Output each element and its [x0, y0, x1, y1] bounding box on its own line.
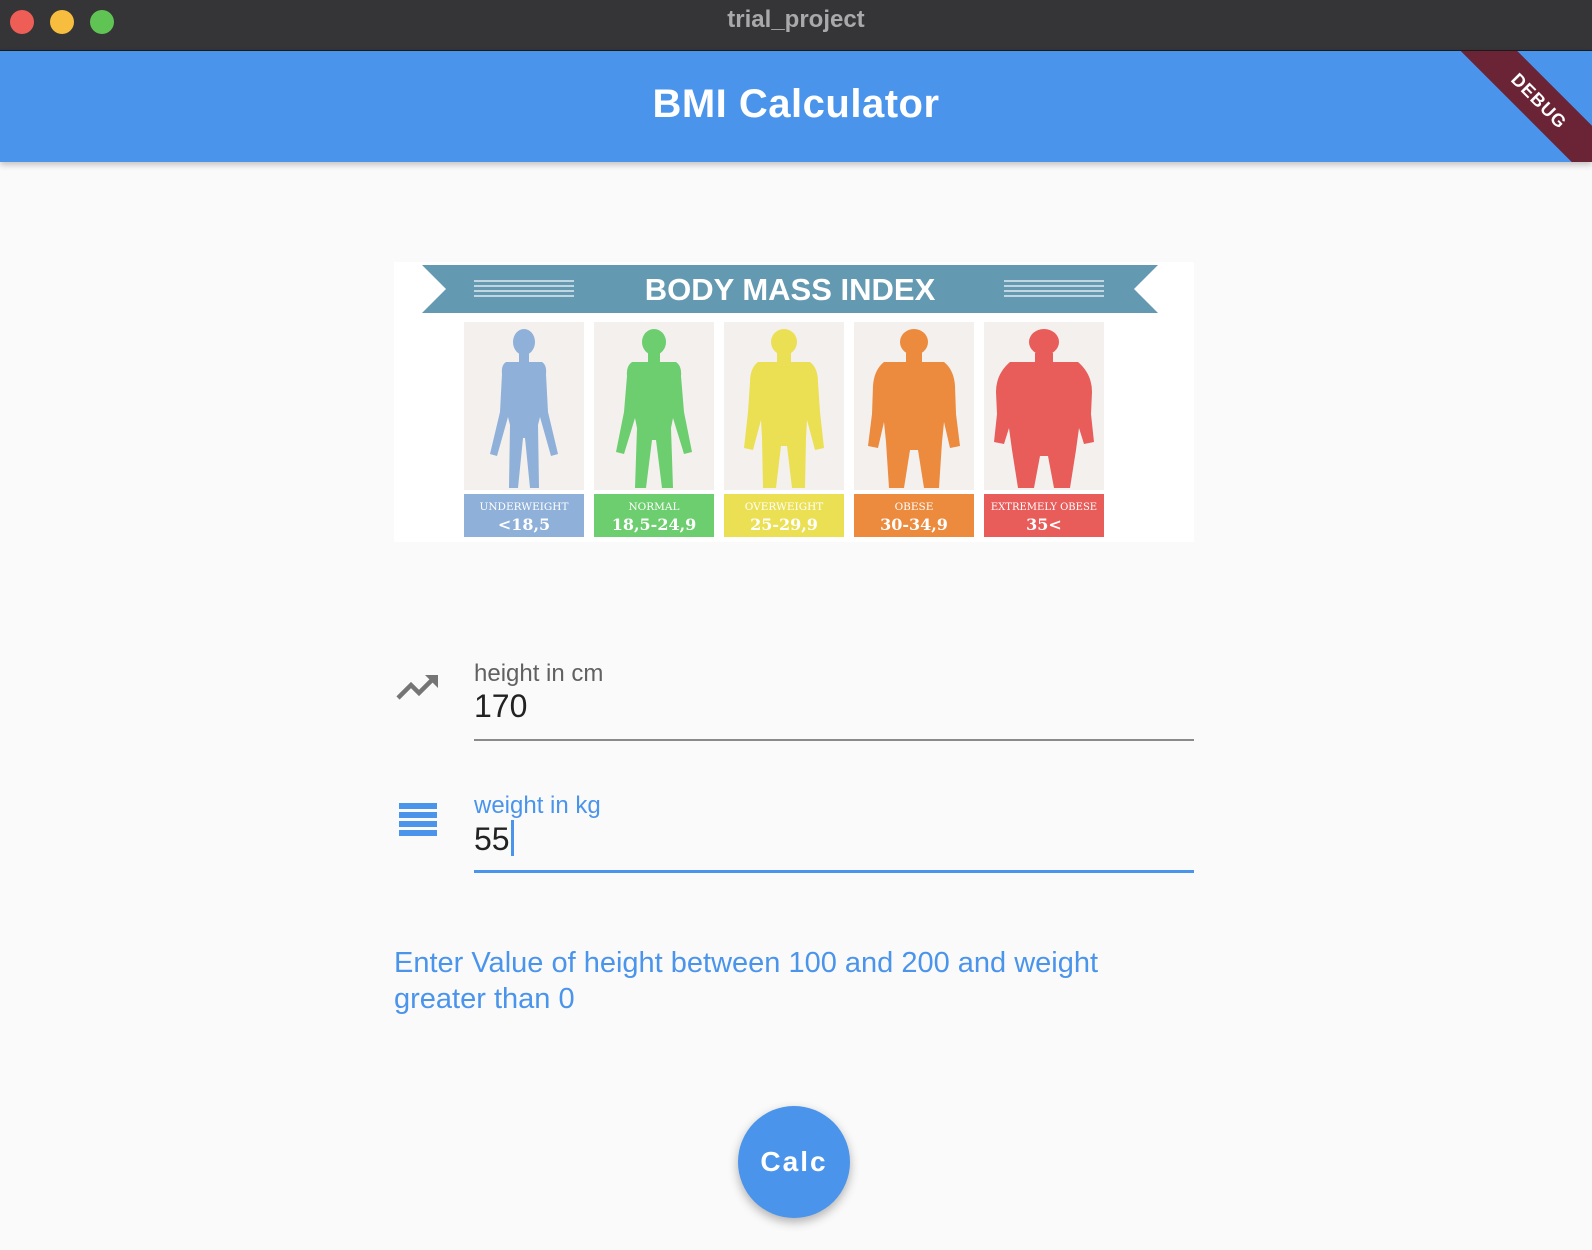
app-bar: BMI Calculator DEBUG	[0, 51, 1592, 162]
range-obese: 30-34,9	[880, 515, 948, 534]
range-extremely-obese: 35<	[1026, 515, 1062, 534]
label-normal: NORMAL	[628, 501, 679, 513]
range-normal: 18,5-24,9	[612, 515, 697, 534]
range-overweight: 25-29,9	[750, 515, 818, 534]
poster-heading: BODY MASS INDEX	[645, 272, 936, 307]
range-underweight: <18,5	[498, 515, 550, 534]
trending-up-icon	[396, 672, 440, 707]
weight-input-value: 55	[474, 821, 510, 857]
weight-input-underline	[474, 870, 1194, 873]
label-extremely-obese: EXTREMELY OBESE	[991, 502, 1097, 513]
weight-field-label: weight in kg	[474, 792, 601, 819]
validation-hint: Enter Value of height between 100 and 20…	[394, 947, 1099, 1015]
label-underweight: UNDERWEIGHT	[480, 501, 569, 513]
height-input[interactable]: 170	[474, 688, 527, 725]
window-titlebar: trial_project	[0, 0, 1592, 51]
app-bar-title: BMI Calculator	[652, 82, 940, 126]
reorder-icon	[399, 803, 437, 842]
height-field-label: height in cm	[474, 660, 604, 687]
calc-button[interactable]: Calc	[738, 1106, 850, 1218]
bmi-chart-image: BODY MASS INDEX UNDERWEIGHT <18,5 NORMAL…	[394, 262, 1194, 542]
label-overweight: OVERWEIGHT	[745, 501, 824, 513]
label-obese: OBESE	[895, 501, 934, 513]
height-input-underline	[474, 739, 1194, 741]
text-cursor	[510, 820, 514, 856]
weight-input[interactable]: 55	[474, 820, 514, 858]
window-title: trial_project	[727, 6, 865, 33]
